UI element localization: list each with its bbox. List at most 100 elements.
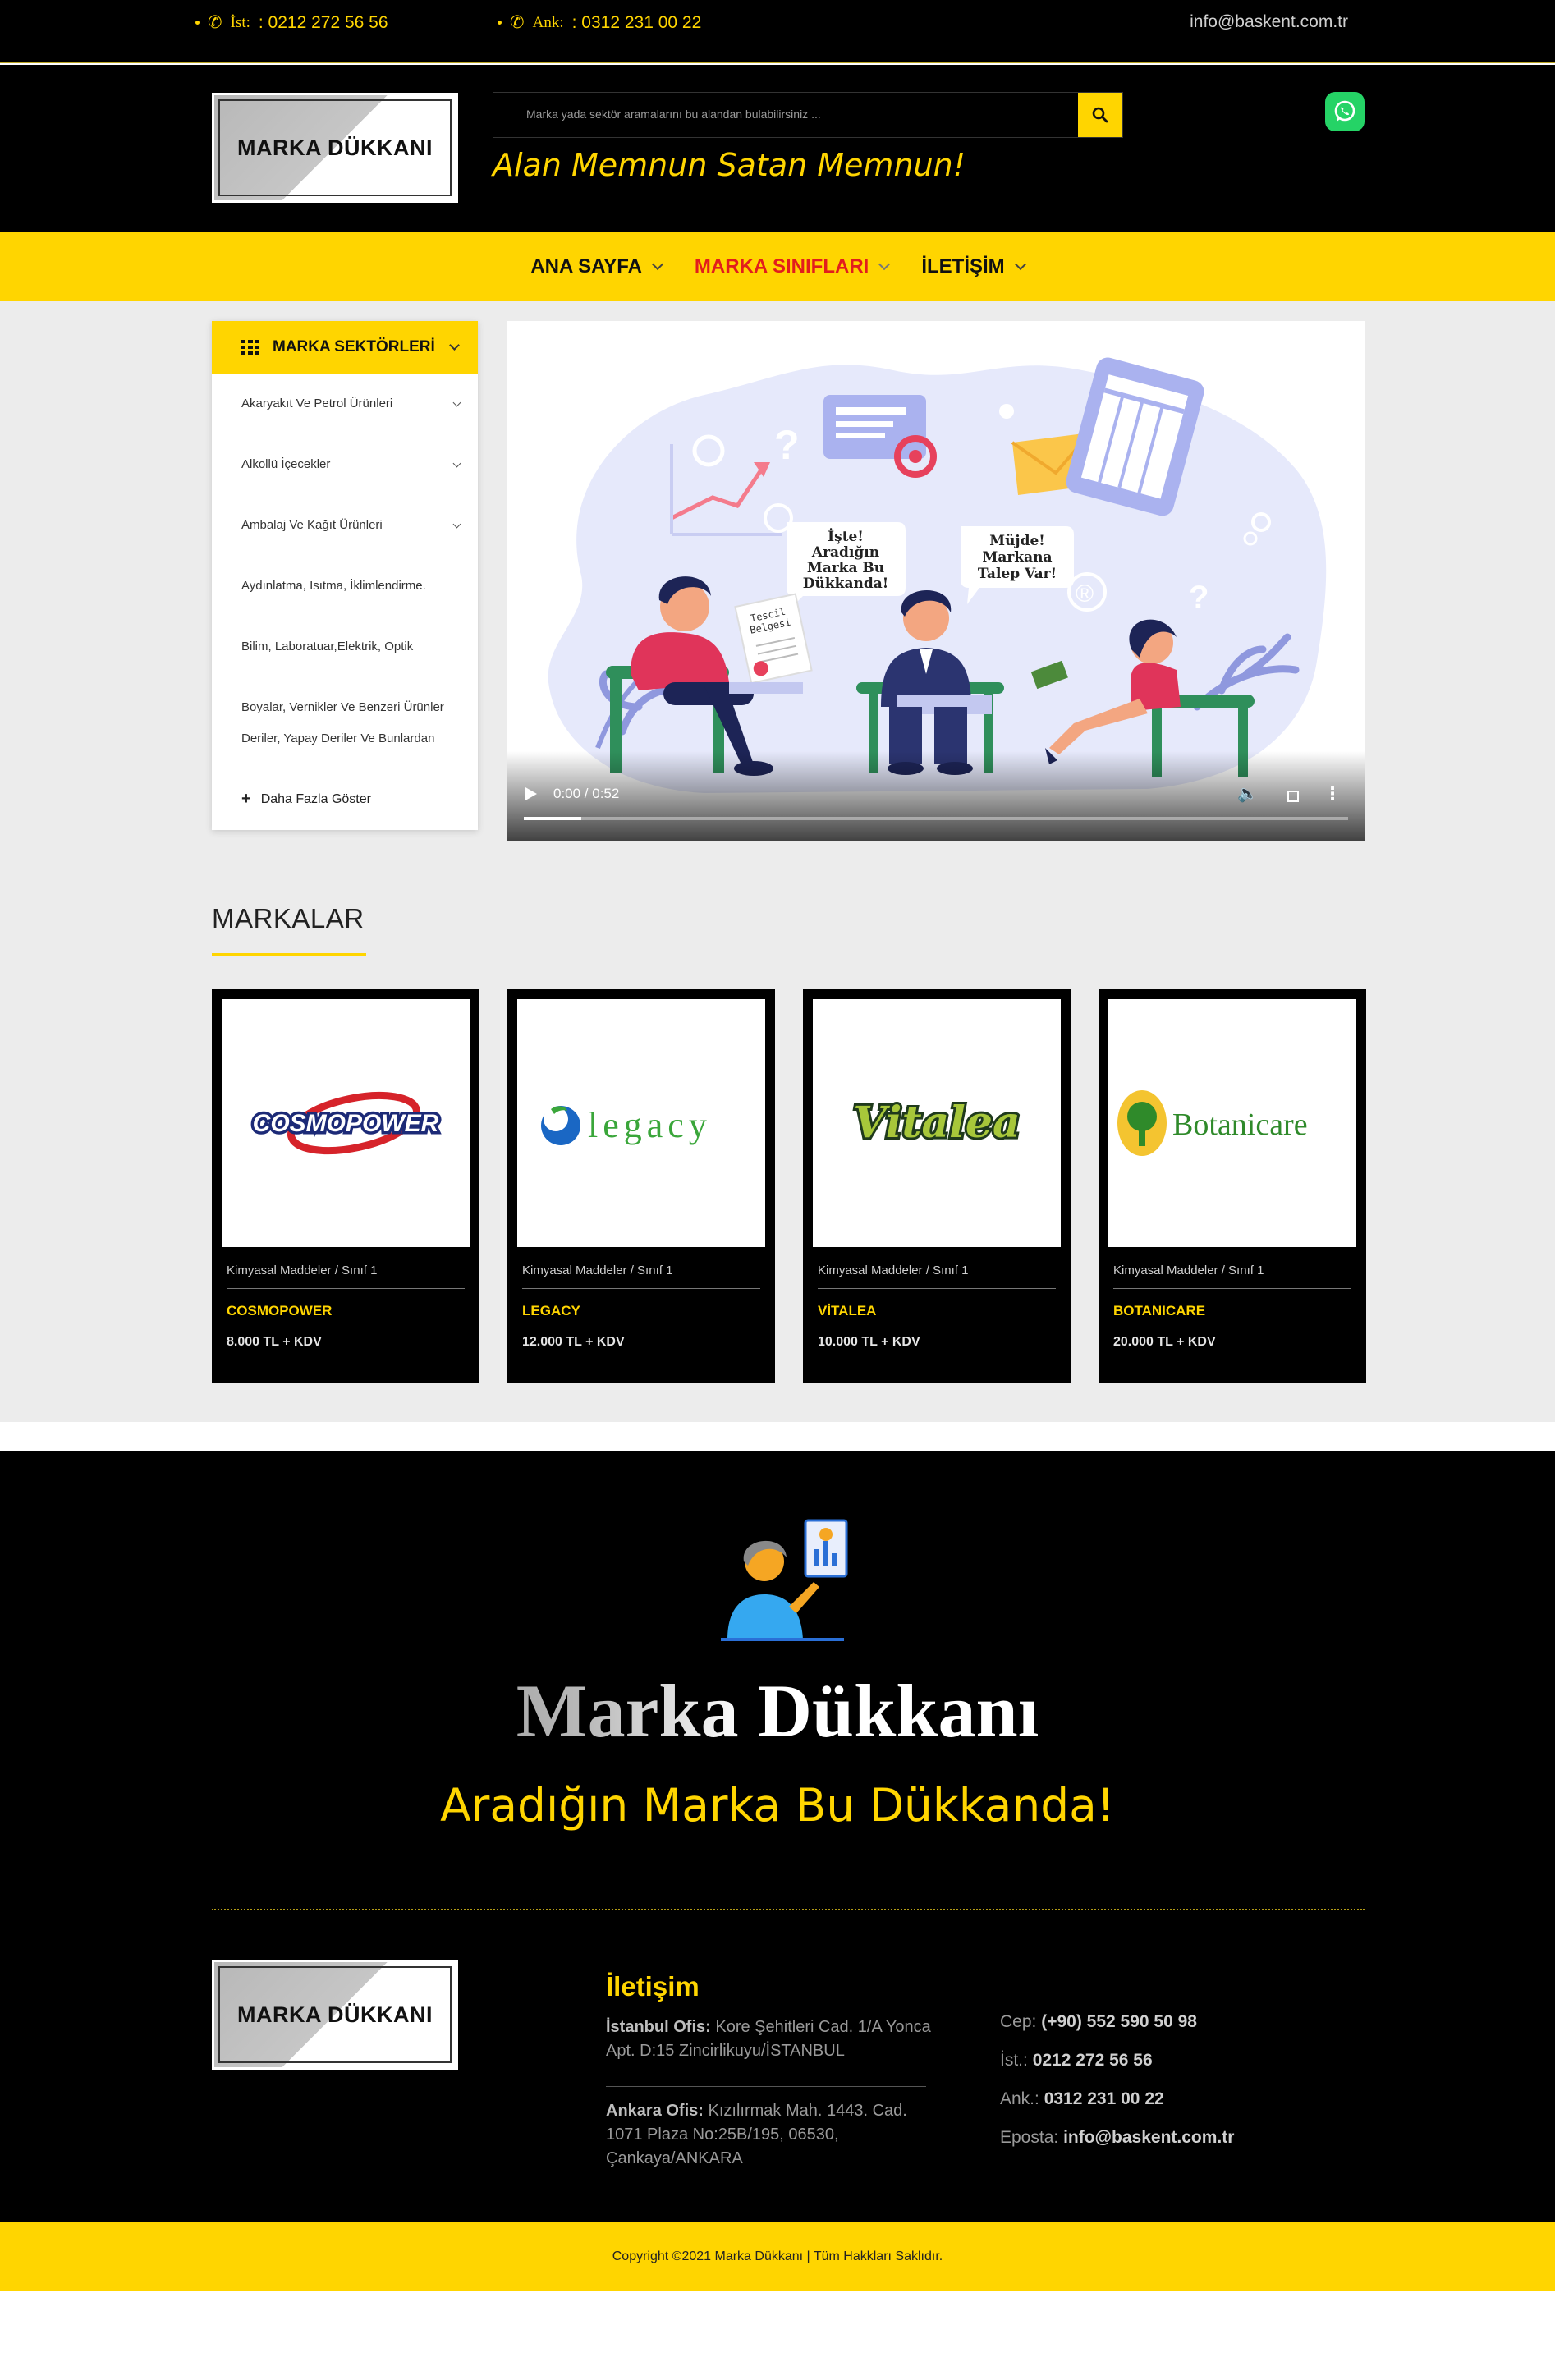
istanbul-office-label: İstanbul Ofis:: [606, 2018, 711, 2036]
video-progress-bar[interactable]: [524, 817, 1348, 820]
istanbul-office: İstanbul Ofis: Kore Şehitleri Cad. 1/A Y…: [606, 2015, 934, 2063]
logo-wordmark: legacy: [588, 1105, 712, 1145]
whatsapp-button[interactable]: [1325, 92, 1365, 131]
sector-item-label: Aydınlatma, Isıtma, İklimlendirme.: [241, 579, 426, 593]
cep-number: (+90) 552 590 50 98: [1041, 2012, 1197, 2031]
search-bar[interactable]: Marka yada sektör aramalarını bu alandan…: [493, 92, 1123, 138]
nav-item-label: ANA SAYFA: [530, 255, 642, 277]
sector-menu-header[interactable]: MARKA SEKTÖRLERİ: [212, 321, 478, 374]
sector-item-label: Ambalaj Ve Kağıt Ürünleri: [241, 518, 383, 532]
brand-card[interactable]: Botanicare Kimyasal Maddeler / Sınıf 1 B…: [1099, 989, 1366, 1383]
logo-wordmark: COSMOPOWER: [253, 1110, 439, 1137]
footer-ank[interactable]: Ank.: 0312 231 00 22: [1000, 2080, 1234, 2118]
presenter-illustration: [721, 1519, 848, 1641]
sector-item[interactable]: Boyalar, Vernikler Ve Benzeri Ürünler: [241, 692, 460, 723]
brand-logo-image: COSMOPOWER: [222, 999, 470, 1247]
brand-category: Kimyasal Maddeler / Sınıf 1: [522, 1263, 673, 1277]
istanbul-phone-label: İst:: [230, 13, 250, 31]
email-address: info@baskent.com.tr: [1063, 2128, 1235, 2147]
istanbul-phone-number: : 0212 272 56 56: [258, 12, 388, 32]
search-input[interactable]: Marka yada sektör aramalarını bu alandan…: [526, 108, 821, 121]
svg-text:®: ®: [1076, 580, 1094, 608]
svg-text:?: ?: [774, 422, 800, 468]
top-email-link[interactable]: info@baskent.com.tr: [1190, 12, 1348, 32]
ankara-phone-label: Ank:: [532, 13, 564, 31]
brand-name[interactable]: COSMOPOWER: [227, 1303, 332, 1319]
chevron-down-icon: [452, 520, 461, 528]
brand-category: Kimyasal Maddeler / Sınıf 1: [1113, 1263, 1264, 1277]
bubble-line: Aradığın: [811, 544, 879, 561]
brand-price: 20.000 TL + KDV: [1113, 1335, 1216, 1349]
ist-label: İst.:: [1000, 2051, 1028, 2070]
video-controls: 0:00 / 0:52 🔈 ⋮: [507, 751, 1365, 841]
istanbul-phone[interactable]: ✆ İst: : 0212 272 56 56: [195, 12, 388, 33]
sector-menu: MARKA SEKTÖRLERİ Akaryakıt Ve Petrol Ürü…: [212, 321, 478, 830]
brand-card[interactable]: legacy Kimyasal Maddeler / Sınıf 1 LEGAC…: [507, 989, 775, 1383]
chevron-down-icon: [1014, 258, 1026, 271]
volume-icon[interactable]: 🔈: [1237, 783, 1258, 804]
bullet-icon: [498, 21, 502, 25]
copyright-text: Copyright ©2021 Marka Dükkanı | Tüm Hakk…: [612, 2249, 943, 2263]
footer-phones: Cep: (+90) 552 590 50 98 İst.: 0212 272 …: [1000, 2002, 1234, 2157]
footer-brand-title: Marka Dükkanı: [0, 1667, 1555, 1754]
sector-item-label: Deriler, Yapay Deriler Ve Bunlardan: [241, 731, 435, 745]
brand-name[interactable]: VİTALEA: [818, 1303, 876, 1319]
fullscreen-icon[interactable]: [1287, 791, 1299, 802]
ankara-phone[interactable]: ✆ Ank: : 0312 231 00 22: [498, 12, 701, 33]
site-footer: Marka Dükkanı Aradığın Marka Bu Dükkanda…: [0, 1451, 1555, 2222]
show-more-button[interactable]: + Daha Fazla Göster: [212, 768, 478, 830]
ank-number: 0312 231 00 22: [1044, 2089, 1164, 2108]
video-time: 0:00 / 0:52: [553, 786, 620, 801]
ist-number: 0212 272 56 56: [1032, 2051, 1153, 2070]
nav-item-home[interactable]: ANA SAYFA: [530, 255, 663, 278]
nav-item-contact[interactable]: İLETİŞİM: [921, 255, 1026, 278]
sector-menu-title: MARKA SEKTÖRLERİ: [273, 338, 435, 355]
site-header: MARKA DÜKKANI Marka yada sektör aramalar…: [0, 65, 1555, 232]
more-options-icon[interactable]: ⋮: [1323, 783, 1342, 805]
footer-logo[interactable]: MARKA DÜKKANI: [212, 1960, 458, 2070]
bubble-line: Talep Var!: [978, 566, 1057, 582]
chevron-down-icon: [452, 398, 461, 406]
ankara-office: Ankara Ofis: Kızılırmak Mah. 1443. Cad. …: [606, 2099, 934, 2171]
main-content: MARKA SEKTÖRLERİ Akaryakıt Ve Petrol Ürü…: [0, 301, 1555, 1422]
brand-name[interactable]: BOTANICARE: [1113, 1303, 1205, 1319]
brand-category: Kimyasal Maddeler / Sınıf 1: [818, 1263, 969, 1277]
sector-item[interactable]: Bilim, Laboratuar,Elektrik, Optik: [241, 617, 460, 677]
chevron-down-icon: [449, 339, 460, 351]
site-logo[interactable]: MARKA DÜKKANI: [212, 93, 458, 203]
logo-text: MARKA DÜKKANI: [237, 2002, 433, 2027]
sector-item-label: Alkollü İçecekler: [241, 457, 331, 471]
section-underline: [212, 953, 366, 956]
brand-card[interactable]: Vitalea Kimyasal Maddeler / Sınıf 1 VİTA…: [803, 989, 1071, 1383]
search-button[interactable]: [1078, 93, 1122, 137]
nav-item-brand-classes[interactable]: MARKA SINIFLARI: [695, 255, 891, 278]
logo-wordmark: Vitalea: [853, 1098, 1020, 1148]
brand-card[interactable]: COSMOPOWER Kimyasal Maddeler / Sınıf 1 C…: [212, 989, 479, 1383]
chevron-down-icon: [452, 459, 461, 467]
brand-price: 8.000 TL + KDV: [227, 1335, 322, 1349]
search-icon: [1092, 107, 1108, 123]
sector-item[interactable]: Ambalaj Ve Kağıt Ürünleri: [241, 495, 461, 556]
phone-icon: ✆: [208, 13, 222, 32]
copyright-bar: Copyright ©2021 Marka Dükkanı | Tüm Hakk…: [0, 2222, 1555, 2291]
footer-cep[interactable]: Cep: (+90) 552 590 50 98: [1000, 2002, 1234, 2041]
sector-item[interactable]: Alkollü İçecekler: [241, 434, 461, 495]
ank-label: Ank.:: [1000, 2089, 1039, 2108]
brand-name[interactable]: LEGACY: [522, 1303, 580, 1319]
bubble-line: Markana: [983, 549, 1053, 566]
sector-item[interactable]: Aydınlatma, Isıtma, İklimlendirme.: [241, 556, 460, 617]
footer-ist[interactable]: İst.: 0212 272 56 56: [1000, 2041, 1234, 2080]
play-icon[interactable]: [525, 787, 537, 800]
bubble-line: Müjde!: [989, 533, 1045, 549]
main-navigation: ANA SAYFA MARKA SINIFLARI İLETİŞİM: [0, 232, 1555, 301]
logo-wordmark: Botanicare: [1172, 1107, 1308, 1142]
promo-video-player[interactable]: ? ? ® İşte! Aradığın Marka Bu Dükkanda! …: [507, 321, 1365, 841]
sector-item[interactable]: Akaryakıt Ve Petrol Ürünleri: [241, 374, 461, 434]
footer-tagline: Aradığın Marka Bu Dükkanda!: [440, 1779, 1115, 1832]
chevron-down-icon: [651, 258, 663, 271]
brand-logo-image: Botanicare: [1108, 999, 1356, 1247]
footer-email[interactable]: Eposta: info@baskent.com.tr: [1000, 2118, 1234, 2157]
sector-item[interactable]: Deriler, Yapay Deriler Ve Bunlardan: [241, 723, 460, 754]
bubble-line: İşte!: [828, 528, 864, 545]
contact-title: İletişim: [606, 1971, 700, 2002]
